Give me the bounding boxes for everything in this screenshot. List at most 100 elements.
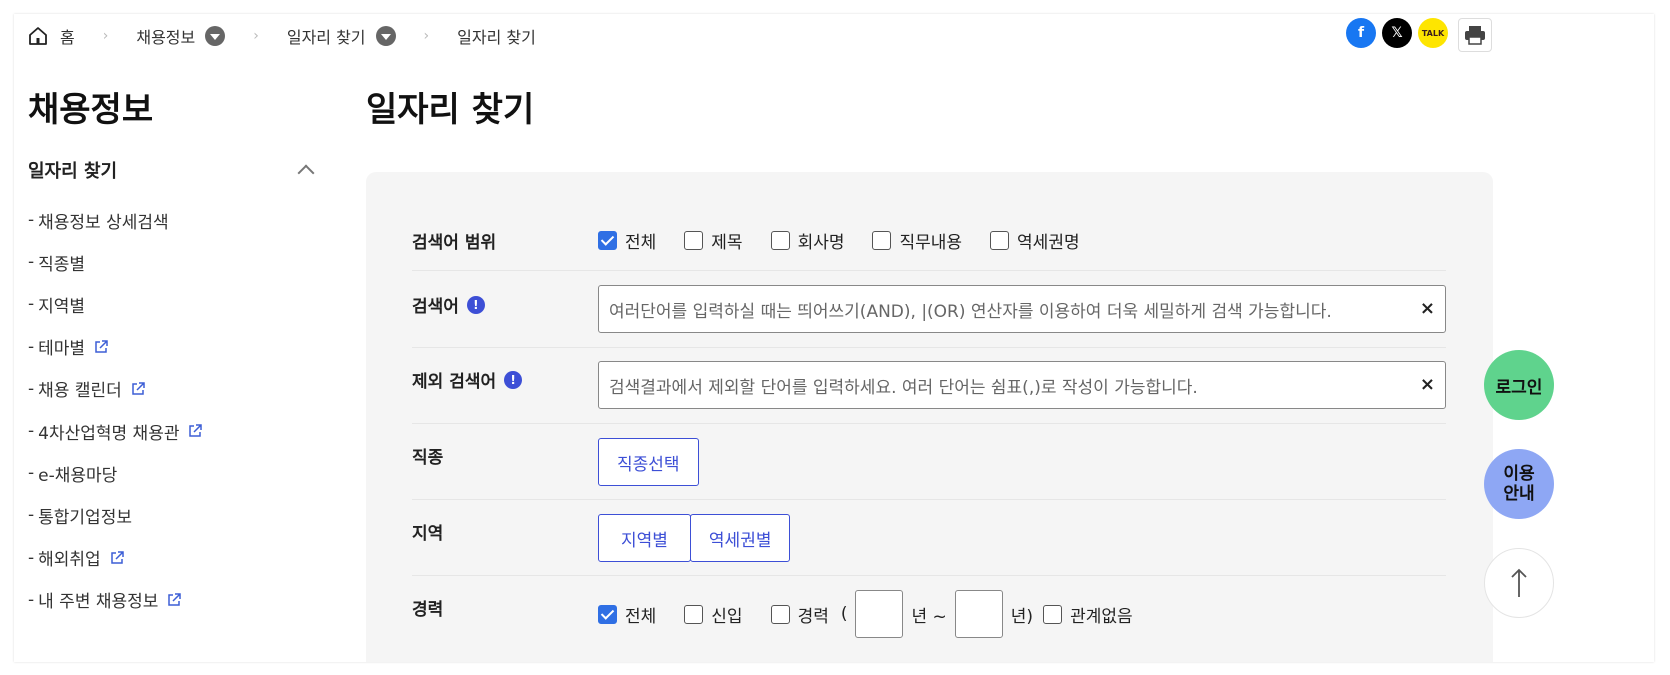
search-scope-option-label: 직무내용 bbox=[899, 233, 963, 253]
sidebar-item-label: 채용 캘린더 bbox=[38, 381, 122, 402]
career-option-label: 전체 bbox=[625, 606, 657, 627]
chevron-right-icon: › bbox=[423, 28, 430, 44]
guide-button[interactable]: 이용 안내 bbox=[1484, 449, 1554, 519]
sidebar-item-dash: - bbox=[28, 252, 35, 273]
guide-line1: 이용 bbox=[1503, 463, 1535, 484]
chevron-up-icon[interactable] bbox=[297, 164, 315, 182]
sidebar-item-dash: - bbox=[28, 210, 35, 231]
checkbox-icon bbox=[770, 604, 790, 624]
career-option-checkbox[interactable]: 신입 bbox=[684, 602, 743, 627]
sidebar-item-label: 내 주변 채용정보 bbox=[38, 592, 159, 613]
chevron-right-icon: › bbox=[102, 28, 109, 44]
career-option-checkbox[interactable]: 경력 bbox=[770, 602, 829, 627]
sidebar-item[interactable]: - 채용정보 상세검색 bbox=[28, 199, 203, 241]
keyword-input[interactable]: 여러단어를 입력하실 때는 띄어쓰기(AND), |(OR) 연산자를 이용하여… bbox=[598, 285, 1446, 333]
sidebar-item-label: 직종별 bbox=[38, 254, 86, 275]
clear-icon[interactable]: × bbox=[1420, 374, 1435, 395]
kakaotalk-icon[interactable]: TALK bbox=[1418, 18, 1448, 48]
scroll-top-button[interactable] bbox=[1484, 548, 1554, 618]
breadcrumb-current-label: 일자리 찾기 bbox=[457, 28, 536, 47]
search-scope-option-checkbox[interactable]: 전체 bbox=[598, 228, 656, 253]
share-toolbar: f 𝕏 TALK bbox=[1346, 18, 1492, 52]
search-scope-row: 검색어 범위 전체 제목 회사명 직무내용 역세권명 bbox=[412, 208, 1446, 271]
sidebar-item[interactable]: - 통합기업정보 bbox=[28, 494, 203, 536]
job-type-controls: 직종선택 bbox=[598, 438, 699, 486]
sidebar-item[interactable]: - 지역별 bbox=[28, 283, 203, 325]
search-scope-option-checkbox[interactable]: 제목 bbox=[684, 228, 743, 253]
home-icon bbox=[29, 27, 47, 45]
keyword-label-wrap: 검색어 ! bbox=[412, 292, 485, 317]
search-scope-option-checkbox[interactable]: 직무내용 bbox=[872, 228, 962, 253]
sidebar-item[interactable]: - 채용 캘린더 bbox=[28, 368, 203, 410]
arrow-up-icon bbox=[1511, 568, 1527, 597]
job-type-select-button[interactable]: 직종선택 bbox=[598, 438, 699, 486]
checkbox-checked-icon bbox=[598, 604, 617, 624]
career-year-from-label: 년 ~ bbox=[911, 606, 947, 627]
sidebar-item[interactable]: - 테마별 bbox=[28, 326, 203, 368]
breadcrumb-level1[interactable]: 채용정보 bbox=[136, 24, 226, 48]
checkbox-checked-icon bbox=[598, 231, 617, 250]
region-by-station-button[interactable]: 역세권별 bbox=[689, 514, 791, 562]
sidebar-item[interactable]: - 직종별 bbox=[28, 241, 203, 283]
career-option-label: 신입 bbox=[711, 606, 743, 627]
career-option-checkbox[interactable]: 전체 bbox=[598, 602, 656, 627]
career-open-paren: ( bbox=[840, 604, 848, 624]
search-scope-option-checkbox[interactable]: 역세권명 bbox=[990, 228, 1080, 253]
career-year-from-input[interactable] bbox=[855, 590, 904, 638]
breadcrumb-level2[interactable]: 일자리 찾기 bbox=[287, 24, 396, 48]
print-icon[interactable] bbox=[1458, 18, 1492, 52]
checkbox-icon bbox=[684, 604, 704, 624]
region-by-area-button[interactable]: 지역별 bbox=[598, 514, 691, 562]
breadcrumb-home[interactable]: 홈 bbox=[28, 24, 75, 48]
job-type-row: 직종 직종선택 bbox=[412, 424, 1446, 500]
sidebar-item-dash: - bbox=[28, 505, 35, 526]
clear-icon[interactable]: × bbox=[1420, 298, 1435, 319]
region-label: 지역 bbox=[412, 524, 444, 544]
exclude-placeholder: 검색결과에서 제외할 단어를 입력하세요. 여러 단어는 쉼표(,)로 작성이 … bbox=[609, 377, 1198, 398]
external-link-icon bbox=[95, 339, 108, 353]
job-type-label: 직종 bbox=[412, 448, 444, 468]
search-scope-options: 전체 제목 회사명 직무내용 역세권명 bbox=[598, 228, 1108, 253]
dropdown-icon[interactable] bbox=[205, 26, 226, 46]
sidebar-item[interactable]: -4차산업혁명 채용관 bbox=[28, 410, 203, 452]
sidebar-item-dash: - bbox=[28, 336, 35, 357]
breadcrumb-current: 일자리 찾기 bbox=[457, 24, 536, 48]
region-row: 지역 지역별 역세권별 bbox=[412, 500, 1446, 576]
career-no-matter-label: 관계없음 bbox=[1070, 606, 1133, 627]
dropdown-icon[interactable] bbox=[375, 26, 396, 46]
page-title: 일자리 찾기 bbox=[366, 90, 535, 130]
search-scope-option-checkbox[interactable]: 회사명 bbox=[770, 228, 845, 253]
exclude-label: 제외 검색어 bbox=[412, 372, 497, 392]
search-scope-option-label: 회사명 bbox=[797, 233, 845, 253]
x-icon[interactable]: 𝕏 bbox=[1382, 18, 1412, 48]
info-icon[interactable]: ! bbox=[504, 370, 523, 389]
chevron-right-icon: › bbox=[253, 28, 259, 44]
sidebar-item-label: 통합기업정보 bbox=[38, 507, 132, 528]
career-row: 경력 전체 신입 경력 ( 년 ~ 년) 관계없음 bbox=[412, 576, 1446, 652]
sidebar-section-toggle[interactable]: 일자리 찾기 bbox=[28, 157, 318, 183]
keyword-row: 검색어 ! 여러단어를 입력하실 때는 띄어쓰기(AND), |(OR) 연산자… bbox=[412, 271, 1446, 348]
career-no-matter-checkbox[interactable]: 관계없음 bbox=[1043, 602, 1133, 627]
sidebar-item-label: 채용정보 상세검색 bbox=[38, 212, 169, 233]
exclude-keyword-input[interactable]: 검색결과에서 제외할 단어를 입력하세요. 여러 단어는 쉼표(,)로 작성이 … bbox=[598, 361, 1446, 409]
facebook-icon[interactable]: f bbox=[1346, 18, 1376, 48]
breadcrumb-level2-label: 일자리 찾기 bbox=[286, 28, 366, 47]
sidebar-item-label: 해외취업 bbox=[38, 550, 101, 571]
keyword-placeholder: 여러단어를 입력하실 때는 띄어쓰기(AND), |(OR) 연산자를 이용하여… bbox=[609, 301, 1332, 322]
sidebar-item-dash: - bbox=[28, 589, 35, 610]
breadcrumb-level1-label: 채용정보 bbox=[136, 28, 196, 47]
sidebar-item-dash: - bbox=[28, 421, 35, 442]
career-year-to-input[interactable] bbox=[954, 590, 1003, 638]
sidebar-item[interactable]: - e-채용마당 bbox=[28, 452, 203, 494]
career-controls: 전체 신입 경력 ( 년 ~ 년) 관계없음 bbox=[598, 590, 1161, 638]
external-link-icon bbox=[189, 424, 203, 437]
career-year-to-label: 년) bbox=[1010, 606, 1034, 627]
career-options: 전체 신입 경력 bbox=[598, 602, 857, 627]
login-button[interactable]: 로그인 bbox=[1484, 350, 1554, 420]
info-icon[interactable]: ! bbox=[466, 295, 485, 314]
breadcrumb: 홈 › 채용정보 › 일자리 찾기 › 일자리 찾기 bbox=[28, 24, 536, 48]
sidebar-item[interactable]: -내 주변 채용정보 bbox=[28, 579, 203, 621]
exclude-label-wrap: 제외 검색어 ! bbox=[412, 367, 523, 392]
sidebar-item[interactable]: - 해외취업 bbox=[28, 537, 203, 579]
checkbox-icon bbox=[990, 231, 1010, 250]
